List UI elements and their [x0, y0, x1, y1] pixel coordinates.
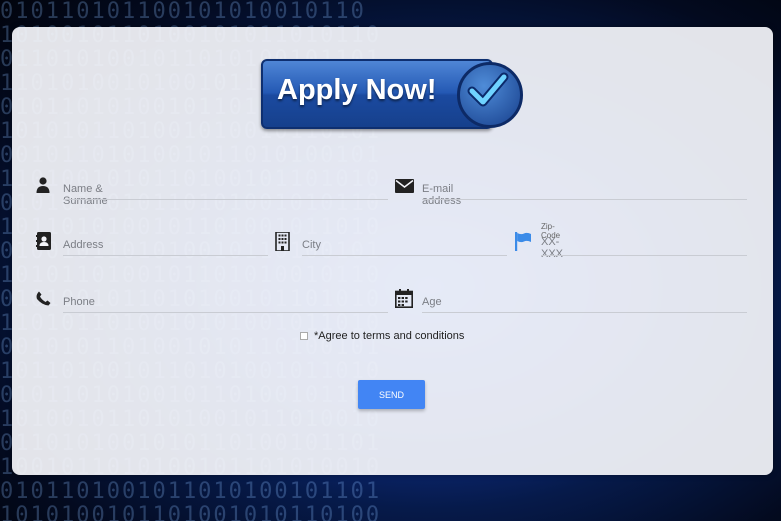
terms-label: *Agree to terms and conditions: [314, 330, 465, 342]
terms-checkbox[interactable]: [300, 332, 308, 341]
logo-text: Apply Now!: [277, 74, 437, 106]
address-input[interactable]: Address: [63, 239, 103, 251]
send-button[interactable]: SEND: [358, 380, 425, 409]
apply-now-logo: Apply Now!: [261, 58, 523, 129]
building-icon: [275, 231, 290, 256]
person-icon: [36, 177, 50, 198]
zip-code-input[interactable]: XX-XXX: [541, 236, 563, 260]
phone-icon: [36, 291, 51, 311]
name-input[interactable]: Name & Surname: [63, 183, 108, 207]
checkmark-icon: [457, 62, 523, 128]
age-input[interactable]: Age: [422, 296, 442, 308]
terms-row[interactable]: *Agree to terms and conditions: [300, 330, 464, 342]
phone-input[interactable]: Phone: [63, 296, 95, 308]
application-form-card: Apply Now! Name & Surname E-mail address…: [12, 27, 773, 475]
email-input[interactable]: E-mail address: [422, 183, 461, 207]
city-input[interactable]: City: [302, 239, 321, 251]
contact-card-icon: [36, 232, 51, 255]
calendar-icon: [395, 289, 413, 313]
envelope-icon: [395, 179, 414, 198]
flag-icon: [515, 232, 531, 256]
